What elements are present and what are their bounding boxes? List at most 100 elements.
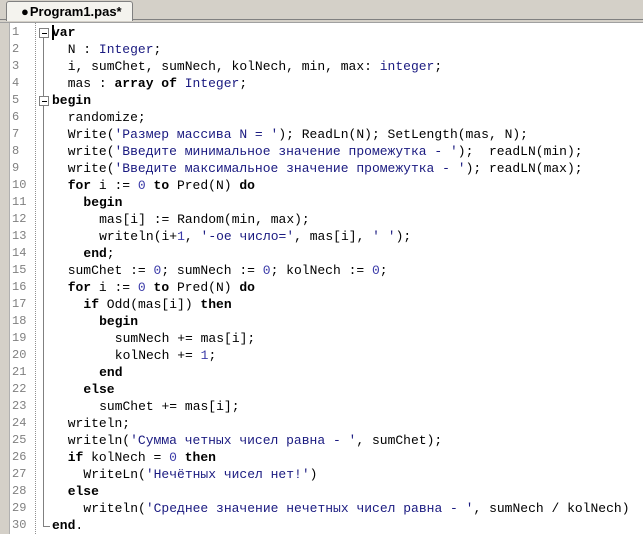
code-token: ; bbox=[106, 246, 115, 261]
code-editor[interactable]: 1 var 2 N : Integer; 3 i, sumChet, sumNech, k… bbox=[0, 23, 643, 534]
code-line[interactable]: 12 mas[i] := Random(min, max); bbox=[0, 211, 643, 228]
line-number: 9 bbox=[12, 161, 20, 175]
keyword-token: end bbox=[52, 518, 76, 533]
line-number: 18 bbox=[12, 314, 27, 328]
keyword-token: for bbox=[67, 280, 92, 295]
keyword-token: for bbox=[67, 178, 92, 193]
code-text: for i := 0 to Pred(N) do bbox=[68, 177, 255, 194]
code-line[interactable]: 3 i, sumChet, sumNech, kolNech, min, max:… bbox=[0, 58, 643, 75]
code-token: , sumNech / kolNech) bbox=[473, 501, 630, 516]
code-line[interactable]: 25 writeln('Сумма четных чисел равна - ',… bbox=[0, 432, 643, 449]
code-line[interactable]: 22 else bbox=[0, 381, 643, 398]
code-line[interactable]: 27 WriteLn('Нечётных чисел нет!') bbox=[0, 466, 643, 483]
number-token: 0 bbox=[262, 263, 271, 278]
keyword-token: then bbox=[184, 450, 216, 465]
code-line[interactable]: 9 write('Введите максимальное значение пр… bbox=[0, 160, 643, 177]
code-line[interactable]: 7 Write('Размер массива N = '); ReadLn(N)… bbox=[0, 126, 643, 143]
code-token: mas : bbox=[67, 76, 115, 91]
code-token: sumChet += mas[i]; bbox=[99, 399, 240, 414]
keyword-token: begin bbox=[52, 93, 92, 108]
line-number: 2 bbox=[12, 42, 20, 56]
code-token: ); bbox=[395, 229, 412, 244]
code-line[interactable]: 28 else bbox=[0, 483, 643, 500]
code-line[interactable]: 14 end; bbox=[0, 245, 643, 262]
line-number: 5 bbox=[12, 93, 20, 107]
string-token: '-ое число=' bbox=[200, 229, 295, 244]
code-line[interactable]: 11 begin bbox=[0, 194, 643, 211]
code-text: var bbox=[52, 24, 75, 41]
code-text: end bbox=[99, 364, 122, 381]
code-line[interactable]: 6 randomize; bbox=[0, 109, 643, 126]
code-line[interactable]: 8 write('Введите минимальное значение про… bbox=[0, 143, 643, 160]
code-line[interactable]: 18 begin bbox=[0, 313, 643, 330]
code-token: sumNech += mas[i]; bbox=[114, 331, 256, 346]
string-token: 'Введите максимальное значение промежутк… bbox=[114, 161, 466, 176]
code-text: WriteLn('Нечётных чисел нет!') bbox=[83, 466, 317, 483]
code-line[interactable]: 10 for i := 0 to Pred(N) do bbox=[0, 177, 643, 194]
code-token: Odd(mas[i]) bbox=[99, 297, 201, 312]
line-number: 30 bbox=[12, 518, 27, 532]
code-line[interactable]: 15 sumChet := 0; sumNech := 0; kolNech :=… bbox=[0, 262, 643, 279]
code-line[interactable]: 30 end. bbox=[0, 517, 643, 534]
code-line[interactable]: 13 writeln(i+1, '-ое число=', mas[i], ' '… bbox=[0, 228, 643, 245]
string-token: 'Среднее значение нечетных чисел равна -… bbox=[145, 501, 474, 516]
code-token: ); readLN(max); bbox=[465, 161, 583, 176]
code-token: Pred(N) bbox=[169, 178, 240, 193]
fold-end-icon bbox=[43, 517, 50, 527]
code-text: for i := 0 to Pred(N) do bbox=[68, 279, 255, 296]
code-line[interactable]: 24 writeln; bbox=[0, 415, 643, 432]
code-text: sumChet := 0; sumNech := 0; kolNech := 0… bbox=[68, 262, 388, 279]
code-line[interactable]: 4 mas : array of Integer; bbox=[0, 75, 643, 92]
line-number: 22 bbox=[12, 382, 27, 396]
code-token: ; bbox=[208, 348, 217, 363]
code-text: writeln(i+1, '-ое число=', mas[i], ' '); bbox=[99, 228, 411, 245]
code-text: sumNech += mas[i]; bbox=[115, 330, 255, 347]
code-token: WriteLn( bbox=[83, 467, 146, 482]
line-number: 15 bbox=[12, 263, 27, 277]
fold-collapse-icon[interactable] bbox=[39, 28, 49, 38]
code-line[interactable]: 16 for i := 0 to Pred(N) do bbox=[0, 279, 643, 296]
code-token: writeln(i+ bbox=[99, 229, 178, 244]
code-line[interactable]: 23 sumChet += mas[i]; bbox=[0, 398, 643, 415]
code-line[interactable]: 2 N : Integer; bbox=[0, 41, 643, 58]
code-token: ; bbox=[434, 59, 443, 74]
code-text: writeln; bbox=[68, 415, 130, 432]
code-line[interactable]: 21 end bbox=[0, 364, 643, 381]
keyword-token: do bbox=[239, 280, 255, 295]
code-line[interactable]: 26 if kolNech = 0 then bbox=[0, 449, 643, 466]
code-token: writeln( bbox=[83, 501, 146, 516]
code-text: i, sumChet, sumNech, kolNech, min, max: … bbox=[68, 58, 442, 75]
code-text: begin bbox=[99, 313, 138, 330]
line-number: 20 bbox=[12, 348, 27, 362]
keyword-token: if bbox=[67, 450, 84, 465]
keyword-token: var bbox=[52, 25, 76, 40]
string-token: 'Нечётных чисел нет!' bbox=[145, 467, 310, 482]
line-number: 26 bbox=[12, 450, 27, 464]
code-line[interactable]: 29 writeln('Среднее значение нечетных чис… bbox=[0, 500, 643, 517]
tab-program1[interactable]: ●Program1.pas* bbox=[6, 1, 133, 21]
code-token: kolNech = bbox=[83, 450, 170, 465]
code-token: writeln( bbox=[67, 433, 131, 448]
code-line[interactable]: 5 begin bbox=[0, 92, 643, 109]
fold-collapse-icon[interactable] bbox=[39, 96, 49, 106]
code-text: write('Введите максимальное значение про… bbox=[68, 160, 583, 177]
keyword-token: end bbox=[83, 246, 107, 261]
code-line[interactable]: 19 sumNech += mas[i]; bbox=[0, 330, 643, 347]
keyword-token: if bbox=[83, 297, 99, 312]
code-token: ; sumNech := bbox=[161, 263, 263, 278]
line-number: 3 bbox=[12, 59, 20, 73]
code-token: ) bbox=[309, 467, 318, 482]
code-token: i := bbox=[91, 280, 138, 295]
type-token: Integer bbox=[98, 42, 154, 57]
code-token: ); readLN(min); bbox=[457, 144, 583, 159]
keyword-token: then bbox=[200, 297, 232, 312]
code-text: begin bbox=[83, 194, 122, 211]
code-line[interactable]: 1 var bbox=[0, 24, 643, 41]
code-line[interactable]: 20 kolNech += 1; bbox=[0, 347, 643, 364]
code-line[interactable]: 17 if Odd(mas[i]) then bbox=[0, 296, 643, 313]
line-number: 1 bbox=[12, 25, 20, 39]
number-token: 0 bbox=[137, 178, 146, 193]
code-token: mas[i] := Random(min, max); bbox=[99, 212, 310, 227]
code-token: Pred(N) bbox=[169, 280, 240, 295]
